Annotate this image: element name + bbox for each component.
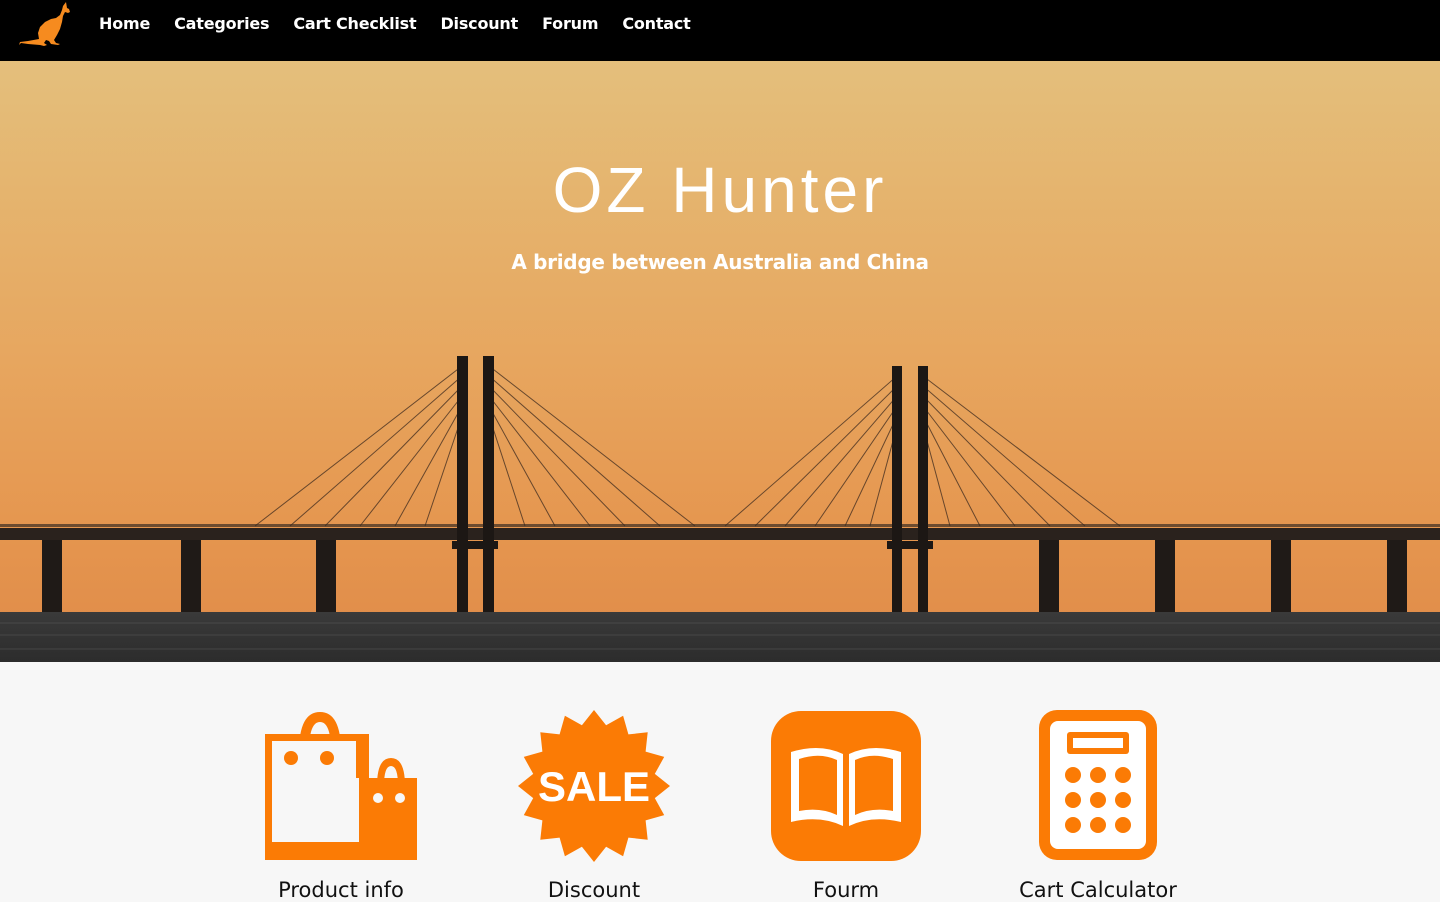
nav-link-home[interactable]: Home (99, 14, 150, 33)
feature-product-info[interactable]: Product info (216, 710, 466, 902)
shopping-bags-icon (265, 712, 417, 860)
sale-icon-text: SALE (538, 763, 650, 810)
feature-label: Fourm (812, 878, 880, 902)
nav-link-categories[interactable]: Categories (174, 14, 269, 33)
nav-link-contact[interactable]: Contact (622, 14, 691, 33)
site-title: OZ Hunter (552, 154, 888, 226)
kangaroo-icon[interactable] (18, 0, 72, 50)
open-book-icon (771, 711, 921, 861)
nav-link-discount[interactable]: Discount (440, 14, 518, 33)
top-navbar: Home Categories Cart Checklist Discount … (0, 0, 1440, 61)
feature-cart-calculator[interactable]: Cart Calculator (973, 710, 1223, 902)
feature-label: Discount (547, 878, 641, 902)
bridge-sunset-image (0, 356, 1440, 662)
sale-badge-icon: SALE (518, 710, 670, 862)
nav-link-forum[interactable]: Forum (542, 14, 598, 33)
nav-link-cart-checklist[interactable]: Cart Checklist (293, 14, 416, 33)
feature-discount[interactable]: SALE Discount (469, 710, 719, 902)
calculator-icon (1039, 710, 1157, 860)
hero-banner: OZ Hunter A bridge between Australia and… (0, 61, 1440, 662)
feature-label: Product info (278, 878, 404, 902)
feature-section: Product info SALE Discount Fourm Cart Ca… (0, 662, 1440, 902)
feature-forum[interactable]: Fourm (721, 710, 971, 902)
nav-menu: Home Categories Cart Checklist Discount … (99, 0, 715, 46)
site-tagline: A bridge between Australia and China (511, 250, 929, 274)
feature-label: Cart Calculator (1019, 878, 1177, 902)
